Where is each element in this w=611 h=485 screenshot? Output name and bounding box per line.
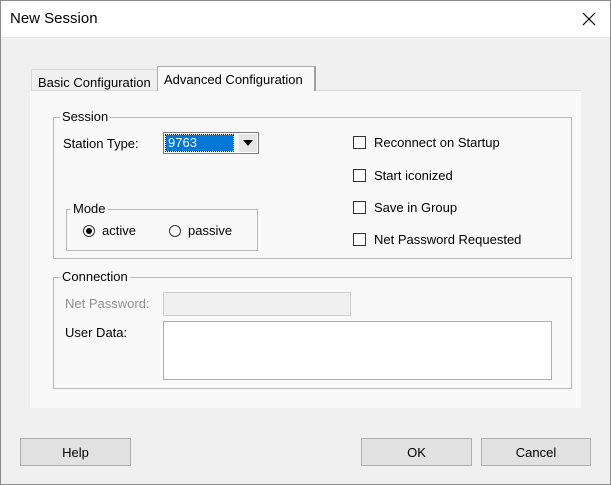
chevron-down-icon xyxy=(243,140,253,146)
checkbox-box[interactable] xyxy=(353,233,366,246)
checkbox-label: Save in Group xyxy=(374,200,458,215)
connection-group-label: Connection xyxy=(60,269,130,284)
checkbox-label: Start iconized xyxy=(374,168,453,183)
ok-button[interactable]: OK xyxy=(361,438,472,466)
cancel-button-label: Cancel xyxy=(515,444,557,460)
net-password-label: Net Password: xyxy=(65,296,150,311)
net-password-field[interactable] xyxy=(163,292,351,316)
user-data-field[interactable] xyxy=(163,321,552,380)
mode-group-label: Mode xyxy=(71,201,108,216)
tab-basic-configuration[interactable]: Basic Configuration xyxy=(31,69,158,90)
session-group-label: Session xyxy=(60,109,111,124)
checkbox-box[interactable] xyxy=(353,169,366,182)
radio-label: active xyxy=(102,223,136,238)
station-type-label: Station Type: xyxy=(63,136,139,151)
help-button-label: Help xyxy=(62,444,89,460)
checkbox-box[interactable] xyxy=(353,136,366,149)
help-button[interactable]: Help xyxy=(20,438,131,466)
dropdown-button[interactable] xyxy=(239,134,257,152)
station-type-select[interactable]: 9763 xyxy=(163,132,259,154)
close-button[interactable] xyxy=(567,0,611,38)
tab-advanced-configuration[interactable]: Advanced Configuration xyxy=(157,66,316,91)
close-icon xyxy=(582,12,596,26)
user-data-label: User Data: xyxy=(65,325,128,340)
window-title: New Session xyxy=(10,10,98,27)
radio-indicator[interactable] xyxy=(169,225,181,237)
ok-button-label: OK xyxy=(407,444,426,460)
checkbox-label: Reconnect on Startup xyxy=(374,135,500,150)
radio-label: passive xyxy=(188,223,233,238)
cancel-button[interactable]: Cancel xyxy=(481,438,591,466)
tab-label: Advanced Configuration xyxy=(164,72,303,87)
title-bar: New Session xyxy=(0,0,611,38)
checkbox-box[interactable] xyxy=(353,201,366,214)
checkbox-label: Net Password Requested xyxy=(374,232,522,247)
radio-indicator[interactable] xyxy=(83,225,95,237)
station-type-value: 9763 xyxy=(165,134,234,152)
